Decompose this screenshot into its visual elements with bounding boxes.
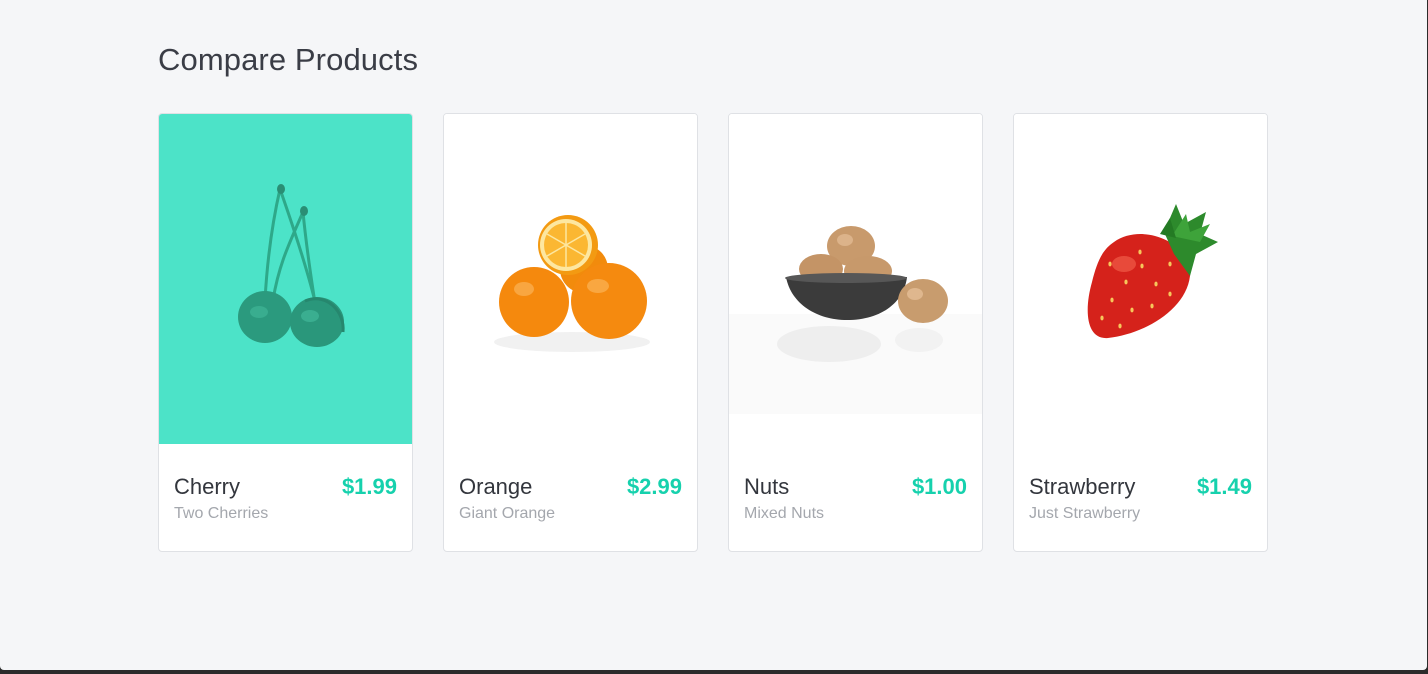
nuts-icon	[729, 114, 982, 444]
product-card-nuts[interactable]: Nuts $1.00 Mixed Nuts	[728, 113, 983, 552]
product-card-orange[interactable]: Orange $2.99 Giant Orange	[443, 113, 698, 552]
orange-image	[444, 114, 697, 444]
orange-icon	[444, 114, 697, 444]
product-price: $1.00	[911, 474, 967, 499]
product-price: $1.49	[1196, 474, 1252, 499]
product-name: Nuts	[744, 474, 790, 499]
compare-products-page: Compare Products Cherry $1.99 Two Cherri…	[0, 0, 1427, 670]
product-price: $1.99	[341, 474, 397, 499]
product-description: Two Cherries	[174, 505, 269, 522]
product-name: Strawberry	[1029, 474, 1136, 499]
cherry-image	[159, 114, 412, 444]
nuts-image	[729, 114, 982, 444]
product-description: Mixed Nuts	[744, 505, 825, 522]
product-name: Cherry	[174, 474, 241, 499]
page-title: Compare Products	[158, 42, 419, 77]
strawberry-image	[1014, 114, 1267, 444]
product-description: Giant Orange	[459, 505, 556, 522]
product-name: Orange	[459, 474, 533, 499]
product-card-strawberry[interactable]: Strawberry $1.49 Just Strawberry	[1013, 113, 1268, 552]
strawberry-icon	[1014, 114, 1267, 444]
product-description: Just Strawberry	[1029, 505, 1141, 522]
product-card-cherry[interactable]: Cherry $1.99 Two Cherries	[158, 113, 413, 552]
cherry-icon	[159, 114, 412, 444]
product-price: $2.99	[626, 474, 682, 499]
